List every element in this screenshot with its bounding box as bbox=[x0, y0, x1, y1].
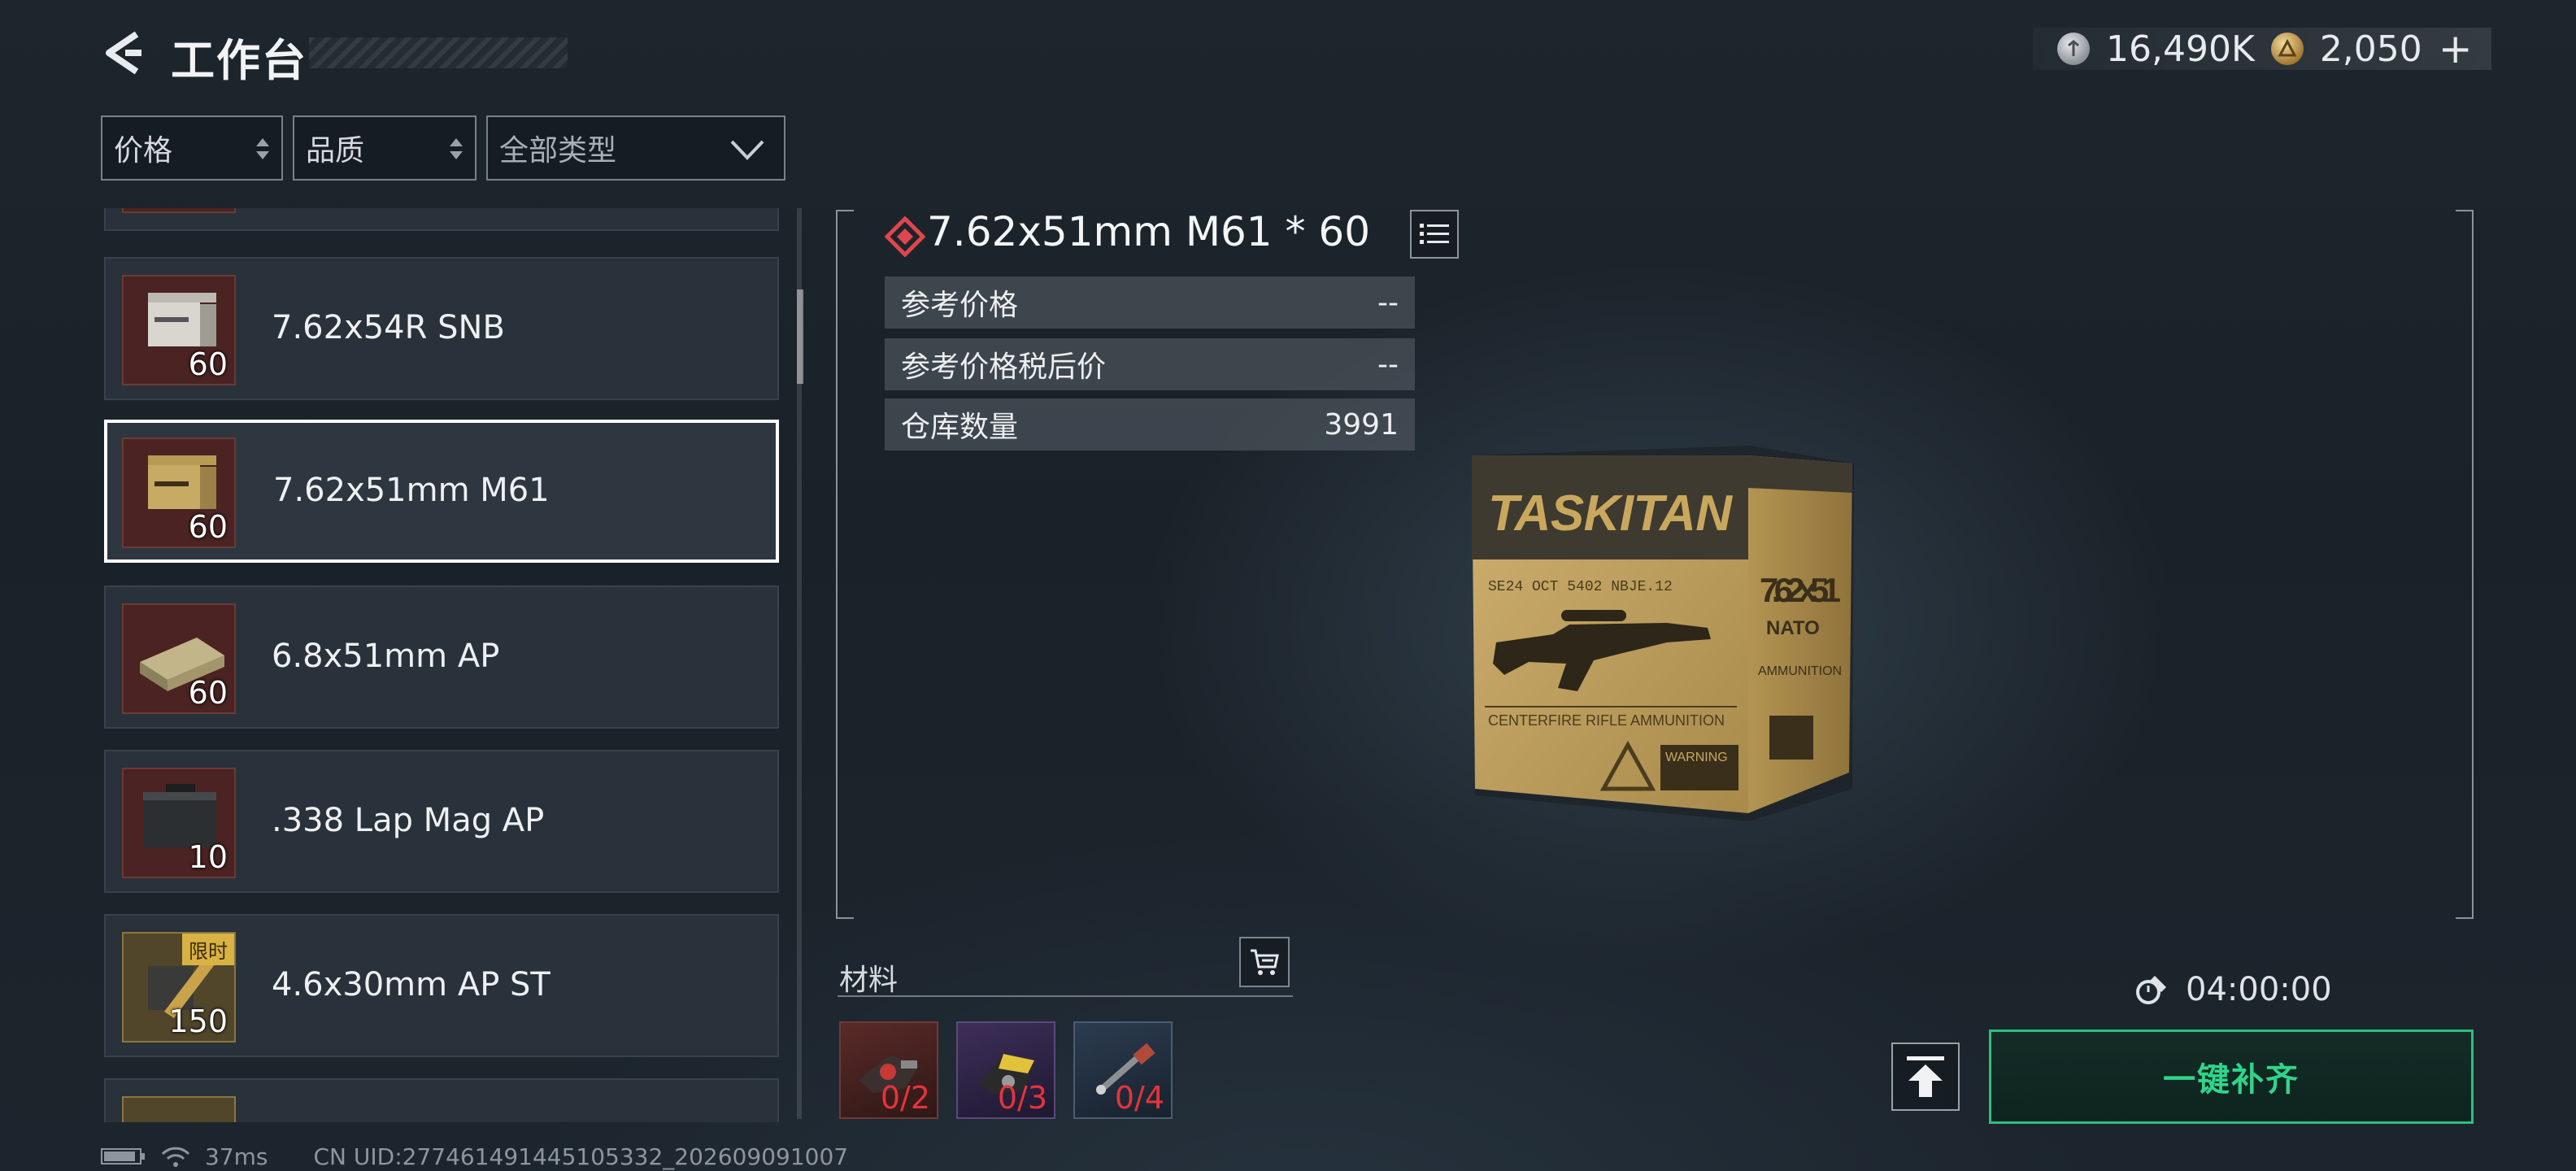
add-currency-button[interactable]: + bbox=[2439, 28, 2473, 69]
stock-quantity-label: 仓库数量 bbox=[901, 411, 1019, 444]
recipe-list[interactable]: 60 7.62x54R SNB 60 7.62x51mm M61 60 6.8x… bbox=[101, 208, 784, 1122]
item-count: 60 bbox=[188, 675, 228, 711]
item-thumbnail: 60 bbox=[122, 603, 236, 714]
item-name: 7.62x51mm M61 bbox=[273, 472, 550, 509]
box-warning-text: WARNING bbox=[1665, 751, 1728, 764]
item-count: 60 bbox=[188, 509, 228, 545]
user-uid: CN UID:277461491445105332_202609091007 bbox=[313, 1143, 849, 1170]
gold-coin-icon bbox=[2270, 33, 2304, 65]
item-name: 7.62x54R SNB bbox=[272, 309, 505, 346]
item-thumbnail bbox=[122, 208, 236, 213]
silver-currency-value: 16,490K bbox=[2106, 28, 2255, 70]
auto-refill-label: 一键补齐 bbox=[2163, 1061, 2300, 1099]
material-count: 0/3 bbox=[997, 1080, 1047, 1116]
list-scrollbar-thumb[interactable] bbox=[797, 289, 803, 384]
material-count: 0/2 bbox=[880, 1080, 930, 1116]
sort-updown-icon bbox=[256, 138, 269, 159]
material-slot[interactable]: 0/2 bbox=[839, 1021, 938, 1119]
item-name: .338 Lap Mag AP bbox=[272, 802, 545, 839]
auto-refill-button[interactable]: 一键补齐 bbox=[1989, 1030, 2474, 1124]
limited-time-badge: 限时 bbox=[182, 934, 234, 965]
item-name: 6.8x51mm AP bbox=[272, 638, 500, 675]
material-slot[interactable]: 0/4 bbox=[1073, 1021, 1173, 1119]
list-item-selected[interactable]: 60 7.62x51mm M61 bbox=[104, 420, 779, 563]
buy-materials-button[interactable] bbox=[1239, 937, 1290, 987]
item-count: 10 bbox=[188, 839, 228, 875]
list-icon bbox=[1420, 224, 1449, 244]
back-arrow-icon[interactable] bbox=[101, 29, 148, 76]
box-code-text: SE24 OCT 5402 NBJE.12 bbox=[1488, 579, 1673, 595]
item-thumbnail: 10 bbox=[122, 768, 236, 878]
pin-to-top-button[interactable] bbox=[1891, 1043, 1960, 1111]
box-brand-text: TASKITAN bbox=[1488, 485, 1733, 542]
item-details-button[interactable] bbox=[1410, 210, 1459, 259]
chevron-down-icon bbox=[730, 140, 764, 160]
status-bar: 37ms CN UID:277461491445105332_202609091… bbox=[101, 1142, 848, 1171]
reference-price-value: -- bbox=[1377, 285, 1399, 320]
after-tax-price-row: 参考价格税后价 -- bbox=[885, 338, 1415, 390]
material-slot[interactable]: 0/3 bbox=[956, 1021, 1055, 1119]
arrow-up-to-line-icon bbox=[1907, 1056, 1944, 1097]
cart-icon bbox=[1251, 949, 1279, 975]
box-ammunition-text: AMMUNITION bbox=[1758, 664, 1842, 678]
sort-updown-icon bbox=[450, 138, 463, 159]
title-decoration bbox=[309, 37, 568, 68]
currency-bar: 16,490K 2,050 + bbox=[2033, 28, 2491, 70]
silver-coin-icon bbox=[2057, 33, 2090, 65]
rarity-diamond-icon bbox=[885, 216, 925, 257]
sort-quality-dropdown[interactable]: 品质 bbox=[293, 115, 476, 181]
ping-value: 37ms bbox=[205, 1143, 268, 1170]
divider bbox=[838, 995, 1293, 997]
type-filter-dropdown[interactable]: 全部类型 bbox=[486, 115, 785, 181]
material-count: 0/4 bbox=[1114, 1080, 1164, 1116]
gold-currency-value: 2,050 bbox=[2319, 28, 2422, 70]
item-thumbnail: 60 bbox=[122, 275, 236, 385]
item-count: 60 bbox=[188, 346, 228, 382]
item-name: 4.6x30mm AP ST bbox=[272, 966, 550, 1003]
reference-price-label: 参考价格 bbox=[901, 289, 1019, 322]
list-item[interactable]: 限时 150 4.6x30mm AP ST bbox=[104, 914, 779, 1057]
list-item[interactable]: 60 6.8x51mm AP bbox=[104, 586, 779, 729]
sort-price-dropdown[interactable]: 价格 bbox=[101, 115, 283, 181]
item-thumbnail bbox=[122, 1096, 236, 1122]
reference-price-row: 参考价格 -- bbox=[885, 276, 1415, 329]
type-filter-label: 全部类型 bbox=[499, 134, 617, 168]
ammo-box-image: TASKITAN SE24 OCT 5402 NBJE.12 CENTERFIR… bbox=[1472, 446, 1854, 821]
list-item[interactable]: 60 7.62x54R SNB bbox=[104, 257, 779, 400]
stock-quantity-value: 3991 bbox=[1324, 407, 1399, 442]
list-item-partial[interactable] bbox=[104, 1078, 779, 1122]
item-count: 150 bbox=[168, 1003, 228, 1039]
after-tax-price-label: 参考价格税后价 bbox=[901, 350, 1107, 384]
stock-quantity-row: 仓库数量 3991 bbox=[885, 398, 1415, 451]
sort-price-label: 价格 bbox=[114, 134, 173, 168]
item-thumbnail: 60 bbox=[122, 437, 236, 548]
wifi-icon bbox=[161, 1147, 190, 1167]
list-item[interactable]: 10 .338 Lap Mag AP bbox=[104, 750, 779, 893]
craft-time-icon bbox=[2136, 976, 2166, 1004]
craft-time: 04:00:00 bbox=[2186, 971, 2332, 1008]
item-title: 7.62x51mm M61 * 60 bbox=[927, 208, 1371, 255]
battery-icon bbox=[101, 1148, 145, 1164]
box-nato-text: NATO bbox=[1766, 617, 1820, 639]
list-item-partial[interactable] bbox=[104, 208, 779, 231]
sort-quality-label: 品质 bbox=[306, 134, 365, 168]
box-bottom-text: CENTERFIRE RIFLE AMMUNITION bbox=[1488, 712, 1725, 729]
materials-label: 材料 bbox=[839, 964, 899, 997]
page-title: 工作台 bbox=[171, 35, 307, 86]
box-caliber-text: 7.62x51 bbox=[1760, 571, 1841, 609]
after-tax-price-value: -- bbox=[1377, 347, 1399, 381]
item-thumbnail: 限时 150 bbox=[122, 932, 236, 1043]
